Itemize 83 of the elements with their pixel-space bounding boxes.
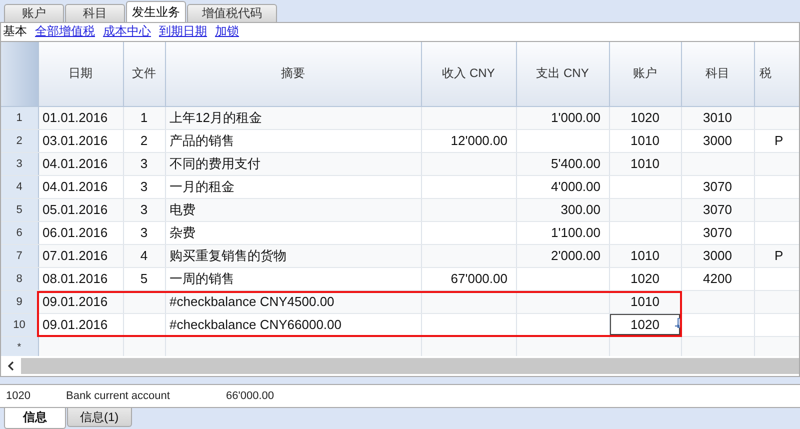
table-cell: 一周的销售 [165,267,421,290]
table-cell: 3000 [681,129,754,152]
table-cell: 1010 [609,244,681,268]
view-link[interactable]: 成本中心 [103,23,151,40]
row-number: 5 [1,198,38,222]
row-number: 4 [1,175,38,198]
tab[interactable]: 增值税代码 [187,4,277,22]
tab[interactable]: 发生业务 [126,0,186,22]
table-cell: 04.01.2016 [38,175,123,198]
table-cell: 300.00 [516,198,609,222]
table-cell: 04.01.2016 [38,152,123,176]
row-number: 6 [1,221,38,244]
table-cell: 购买重复销售的货物 [165,244,421,268]
table-cell: 3070 [681,175,754,198]
tab[interactable]: 账户 [4,4,64,22]
row-number: 1 [1,106,38,130]
table-cell: 08.01.2016 [38,267,123,290]
row-number: 7 [1,244,38,268]
table-cell: 07.01.2016 [38,244,123,268]
table-cell: 67'000.00 [421,267,516,290]
table-cell: 5 [123,267,165,290]
table-cell: #checkbalance CNY66000.00 [165,313,421,336]
view-link[interactable]: 全部增值税 [35,23,95,40]
table-cell: 1 [123,106,165,130]
tab[interactable]: 科目 [65,4,125,22]
table-cell: 1010 [609,129,681,152]
table-cell: 09.01.2016 [38,313,123,336]
column-header[interactable]: 账户 [633,66,657,80]
table-cell: 产品的销售 [165,129,421,152]
table-cell: 一月的租金 [165,175,421,198]
table-cell: 3 [123,198,165,222]
table-cell: P [754,244,799,268]
column-header[interactable]: 科目 [706,66,730,80]
table-cell: 3 [123,152,165,176]
table-cell: 3070 [681,198,754,222]
column-header[interactable]: 支出 CNY [536,66,589,80]
table-cell: 12'000.00 [421,129,516,152]
account-number: 1020 [5,390,32,402]
table-cell: 1'100.00 [516,221,609,244]
row-number: 2 [1,129,38,152]
table-cell: 3 [123,221,165,244]
table-cell: 上年12月的租金 [165,106,421,130]
row-number: 8 [1,267,38,290]
column-header[interactable]: 收入 CNY [442,66,495,80]
account-name: Bank current account [66,390,171,402]
view-link[interactable]: 基本 [3,23,27,40]
table-cell: 4 [123,244,165,268]
row-number: 3 [1,152,38,176]
view-link[interactable]: 加锁 [215,23,239,40]
table-cell: 3010 [681,106,754,130]
column-header[interactable]: 日期 [68,66,92,80]
table-cell: 3000 [681,244,754,268]
horizontal-scrollbar[interactable] [0,356,800,378]
table-cell: 06.01.2016 [38,221,123,244]
tab[interactable]: 信息(1) [67,408,132,427]
new-row-marker: * [1,336,38,356]
table-cell: 2'000.00 [516,244,609,268]
row-number: 9 [1,290,38,314]
table-cell: 不同的费用支付 [165,152,421,176]
table-cell: 杂费 [165,221,421,244]
table-cell: 2 [123,129,165,152]
account-balance: 66'000.00 [226,390,274,402]
table-cell: 电费 [165,198,421,222]
column-header[interactable]: 文件 [132,66,156,80]
column-header[interactable]: 税 [760,66,772,80]
table-cell: 4'000.00 [516,175,609,198]
table-cell: 1020 [609,106,681,130]
table-cell: 3070 [681,221,754,244]
table-cell: 01.01.2016 [38,106,123,130]
table-cell: 1010 [609,152,681,176]
table-cell: 05.01.2016 [38,198,123,222]
view-link[interactable]: 到期日期 [159,23,207,40]
table-cell: 1'000.00 [516,106,609,130]
table-cell: 03.01.2016 [38,129,123,152]
tab[interactable]: 信息 [4,408,66,429]
table-cell: 5'400.00 [516,152,609,176]
row-number: 10 [1,313,38,336]
table-cell: 4200 [681,267,754,290]
column-header[interactable]: 摘要 [281,66,305,80]
table-cell: P [754,129,799,152]
table-cell: 1020 [609,267,681,290]
scroll-left-icon[interactable] [7,361,15,372]
table-cell: 3 [123,175,165,198]
